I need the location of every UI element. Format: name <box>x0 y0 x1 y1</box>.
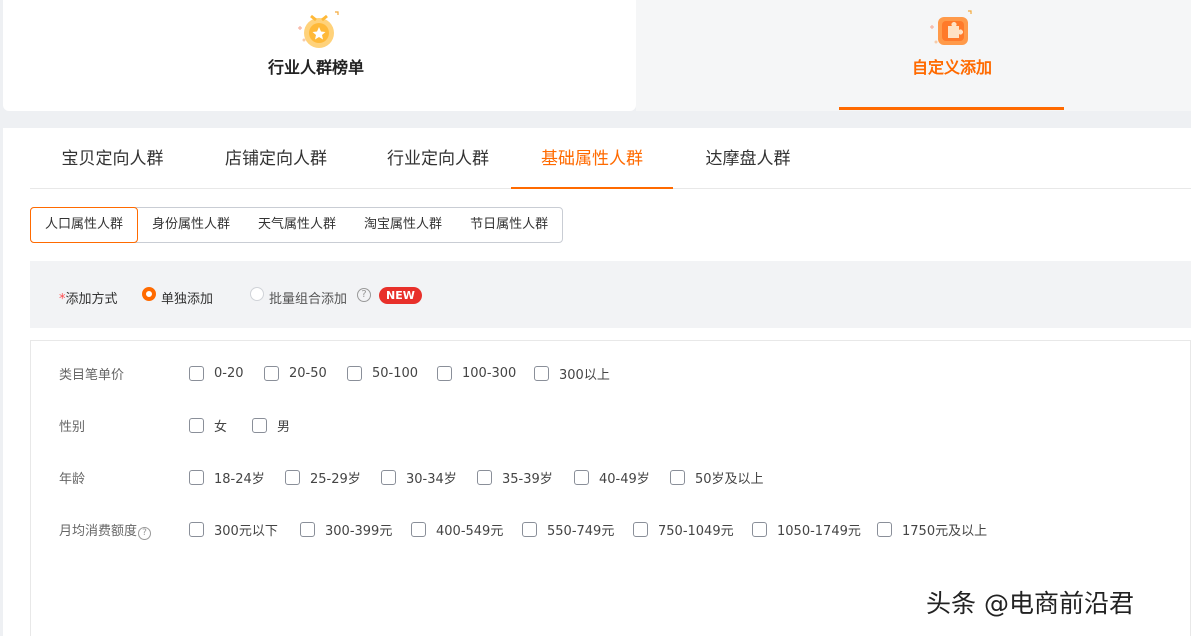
help-icon[interactable]: ? <box>357 288 371 302</box>
gender-row: 性别 女 男 <box>31 415 1190 435</box>
age-option[interactable]: 40-49岁 <box>574 467 650 487</box>
spend-option[interactable]: 750-1049元 <box>633 519 734 539</box>
add-method-label: *添加方式 <box>59 288 118 307</box>
crowd-panel: 宝贝定向人群 店铺定向人群 行业定向人群 基础属性人群 达摩盘人群 人口属性人群… <box>3 128 1191 636</box>
checkbox[interactable] <box>264 365 279 381</box>
tab-dmp[interactable]: 达摩盘人群 <box>673 128 823 189</box>
industry-ranking-label: 行业人群榜单 <box>268 58 365 77</box>
price-row: 类目笔单价 0-20 20-50 50-100 100-300 300以上 <box>31 363 1190 383</box>
age-option[interactable]: 50岁及以上 <box>670 467 764 487</box>
checkbox[interactable] <box>534 365 549 381</box>
checkbox[interactable] <box>252 417 267 433</box>
checkbox[interactable] <box>574 469 589 485</box>
checkbox[interactable] <box>522 521 537 537</box>
help-icon[interactable]: ? <box>138 527 152 540</box>
spend-option[interactable]: 300元以下 <box>189 519 278 539</box>
attribute-subtabs: 人口属性人群 身份属性人群 天气属性人群 淘宝属性人群 节日属性人群 <box>30 207 564 243</box>
batch-add-radio[interactable] <box>250 287 264 301</box>
medal-icon <box>298 11 339 48</box>
checkbox[interactable] <box>347 365 362 381</box>
puzzle-icon <box>930 10 972 45</box>
tab-shop-targeting[interactable]: 店铺定向人群 <box>195 128 357 189</box>
subtab-demographic[interactable]: 人口属性人群 <box>30 207 139 243</box>
checkbox[interactable] <box>300 521 315 537</box>
active-card-indicator <box>839 107 1064 110</box>
crowd-type-tabs: 宝贝定向人群 店铺定向人群 行业定向人群 基础属性人群 达摩盘人群 <box>30 128 1191 189</box>
checkbox[interactable] <box>189 365 204 381</box>
price-option[interactable]: 100-300 <box>437 363 516 383</box>
mode-selector: 行业人群榜单 自定义添加 <box>0 0 1191 111</box>
checkbox[interactable] <box>752 521 767 537</box>
watermark: 头条 @电商前沿君 <box>926 589 1134 618</box>
checkbox[interactable] <box>877 521 892 537</box>
checkbox[interactable] <box>411 521 426 537</box>
checkbox[interactable] <box>477 469 492 485</box>
subtab-weather[interactable]: 天气属性人群 <box>244 208 350 242</box>
price-option[interactable]: 50-100 <box>347 363 418 383</box>
industry-ranking-card[interactable]: 行业人群榜单 <box>3 0 636 111</box>
subtab-holiday[interactable]: 节日属性人群 <box>456 208 562 242</box>
checkbox[interactable] <box>437 365 452 381</box>
checkbox[interactable] <box>189 521 204 537</box>
age-row: 年龄 18-24岁 25-29岁 30-34岁 35-39岁 40-49岁 50… <box>31 467 1190 487</box>
age-option[interactable]: 25-29岁 <box>285 467 361 487</box>
gender-label: 性别 <box>59 420 86 435</box>
subtab-taobao[interactable]: 淘宝属性人群 <box>350 208 456 242</box>
spend-option[interactable]: 550-749元 <box>522 519 614 539</box>
tab-basic-attributes[interactable]: 基础属性人群 <box>511 128 673 189</box>
gender-option[interactable]: 男 <box>252 415 290 435</box>
age-option[interactable]: 30-34岁 <box>381 467 457 487</box>
custom-add-label: 自定义添加 <box>912 58 993 77</box>
batch-add-label[interactable]: 批量组合添加 <box>269 288 347 307</box>
age-label: 年龄 <box>59 472 86 487</box>
age-option[interactable]: 18-24岁 <box>189 467 265 487</box>
price-option[interactable]: 20-50 <box>264 363 327 383</box>
age-option[interactable]: 35-39岁 <box>477 467 553 487</box>
checkbox[interactable] <box>189 469 204 485</box>
spend-option[interactable]: 400-549元 <box>411 519 503 539</box>
spend-label: 月均消费额度? <box>59 520 152 540</box>
checkbox[interactable] <box>670 469 685 485</box>
custom-add-card[interactable]: 自定义添加 <box>636 0 1191 111</box>
new-badge: NEW <box>379 287 422 304</box>
price-option[interactable]: 0-20 <box>189 363 244 383</box>
add-method-bar: *添加方式 单独添加 批量组合添加 ? NEW <box>30 261 1191 328</box>
spend-option[interactable]: 300-399元 <box>300 519 392 539</box>
add-method-text: 添加方式 <box>65 292 118 307</box>
spend-option[interactable]: 1050-1749元 <box>752 519 861 539</box>
spend-option[interactable]: 1750元及以上 <box>877 519 987 539</box>
single-add-label[interactable]: 单独添加 <box>161 288 213 307</box>
spend-row: 月均消费额度? 300元以下 300-399元 400-549元 550-749… <box>31 519 1190 540</box>
price-label: 类目笔单价 <box>59 368 125 383</box>
checkbox[interactable] <box>285 469 300 485</box>
tab-industry-targeting[interactable]: 行业定向人群 <box>357 128 519 189</box>
price-option[interactable]: 300以上 <box>534 363 610 383</box>
tab-item-targeting[interactable]: 宝贝定向人群 <box>30 128 195 189</box>
checkbox[interactable] <box>633 521 648 537</box>
checkbox[interactable] <box>381 469 396 485</box>
subtab-identity[interactable]: 身份属性人群 <box>138 208 244 242</box>
single-add-radio[interactable] <box>142 287 156 301</box>
checkbox[interactable] <box>189 417 204 433</box>
gender-option[interactable]: 女 <box>189 415 227 435</box>
